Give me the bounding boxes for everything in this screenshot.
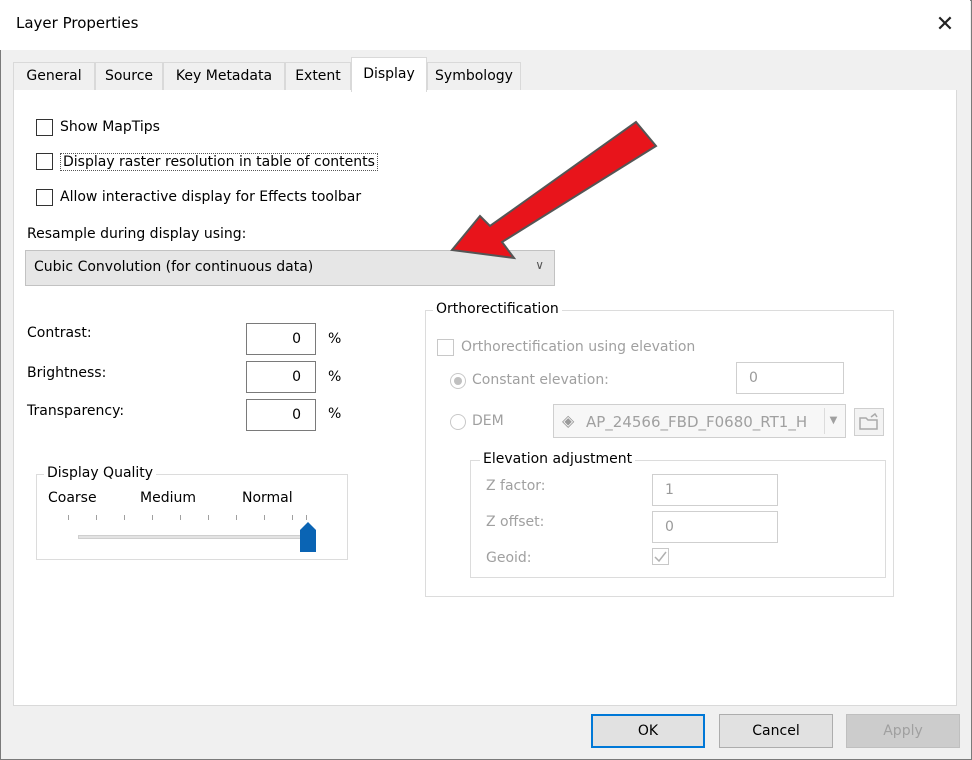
- show-maptips-label: Show MapTips: [60, 119, 160, 135]
- folder-icon: [859, 412, 878, 430]
- slider-tick: [180, 515, 181, 520]
- quality-slider-track[interactable]: [78, 535, 314, 539]
- cancel-button[interactable]: Cancel: [719, 714, 833, 748]
- slider-tick: [292, 515, 293, 520]
- orthorectification-legend: Orthorectification: [433, 301, 562, 317]
- allow-interactive-checkbox[interactable]: [36, 189, 53, 206]
- contrast-unit: %: [328, 331, 342, 347]
- contrast-input[interactable]: 0: [246, 323, 316, 355]
- resample-label: Resample during display using:: [27, 226, 247, 242]
- tab-extent[interactable]: Extent: [285, 62, 351, 91]
- geoid-checkbox[interactable]: [652, 548, 669, 565]
- display-resolution-checkbox[interactable]: [36, 153, 53, 170]
- resample-select-value: Cubic Convolution (for continuous data): [34, 259, 314, 275]
- display-resolution-label: Display raster resolution in table of co…: [60, 153, 378, 171]
- brightness-label: Brightness:: [27, 365, 107, 381]
- checkmark-icon: [654, 551, 667, 563]
- z-factor-label: Z factor:: [486, 478, 546, 494]
- slider-tick: [152, 515, 153, 520]
- browse-folder-button[interactable]: [854, 408, 884, 436]
- brightness-input[interactable]: 0: [246, 361, 316, 393]
- red-arrow-annotation: [450, 120, 658, 260]
- slider-tick: [96, 515, 97, 520]
- geoid-label: Geoid:: [486, 550, 532, 566]
- dem-label: DEM: [472, 413, 504, 429]
- slider-tick: [264, 515, 265, 520]
- ortho-elevation-label: Orthorectification using elevation: [461, 339, 696, 355]
- slider-tick: [208, 515, 209, 520]
- quality-coarse-label: Coarse: [48, 490, 97, 506]
- dem-select-value: AP_24566_FBD_F0680_RT1_H: [586, 413, 808, 431]
- quality-slider-thumb[interactable]: [300, 522, 316, 552]
- title-bar: Layer Properties ✕: [0, 0, 970, 50]
- slider-tick: [306, 515, 307, 520]
- slider-tick: [236, 515, 237, 520]
- contrast-label: Contrast:: [27, 325, 92, 341]
- tab-display[interactable]: Display: [351, 57, 427, 92]
- quality-normal-label: Normal: [242, 490, 293, 506]
- raster-layer-icon: ◈: [562, 411, 575, 430]
- transparency-input[interactable]: 0: [246, 399, 316, 431]
- z-factor-input[interactable]: 1: [652, 474, 778, 506]
- elevation-adjustment-legend: Elevation adjustment: [480, 451, 636, 467]
- slider-tick: [68, 515, 69, 520]
- ok-button[interactable]: OK: [591, 714, 705, 748]
- slider-tick: [124, 515, 125, 520]
- constant-elevation-radio[interactable]: [450, 373, 466, 389]
- tab-general[interactable]: General: [13, 62, 95, 91]
- brightness-unit: %: [328, 369, 342, 385]
- dem-radio[interactable]: [450, 414, 466, 430]
- close-icon[interactable]: ✕: [928, 8, 962, 42]
- transparency-label: Transparency:: [27, 403, 125, 419]
- tab-key-metadata[interactable]: Key Metadata: [163, 62, 285, 91]
- quality-medium-label: Medium: [140, 490, 196, 506]
- arrow-shape: [450, 120, 658, 260]
- dialog-title: Layer Properties: [16, 14, 139, 32]
- tab-symbology[interactable]: Symbology: [427, 62, 521, 91]
- apply-button[interactable]: Apply: [846, 714, 960, 748]
- constant-elevation-label: Constant elevation:: [472, 372, 609, 388]
- allow-interactive-label: Allow interactive display for Effects to…: [60, 189, 362, 205]
- z-offset-input[interactable]: 0: [652, 511, 778, 543]
- z-offset-label: Z offset:: [486, 514, 545, 530]
- constant-elevation-input[interactable]: 0: [736, 362, 844, 394]
- show-maptips-checkbox[interactable]: [36, 119, 53, 136]
- ortho-elevation-checkbox[interactable]: [437, 339, 454, 356]
- display-quality-legend: Display Quality: [44, 465, 157, 481]
- chevron-down-icon: ▼: [824, 408, 842, 434]
- dem-select[interactable]: ◈ AP_24566_FBD_F0680_RT1_H ▼: [553, 404, 846, 438]
- transparency-unit: %: [328, 406, 342, 422]
- tab-source[interactable]: Source: [95, 62, 163, 91]
